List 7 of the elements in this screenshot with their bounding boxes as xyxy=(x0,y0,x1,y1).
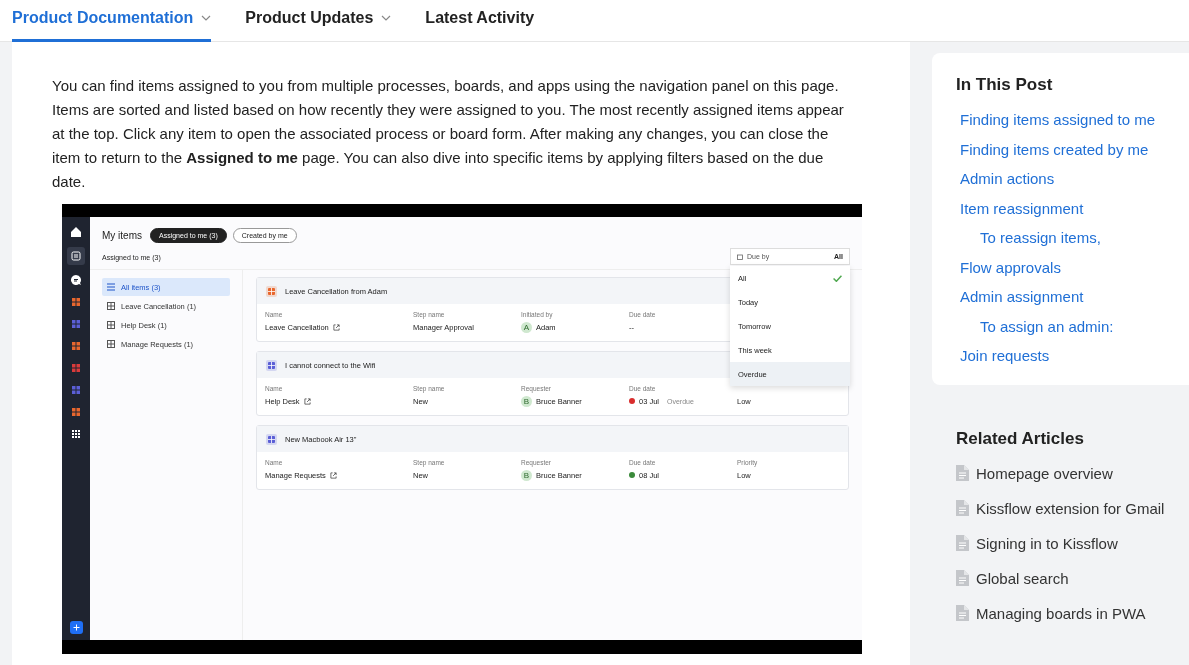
avatar: B xyxy=(521,469,532,481)
avatar: B xyxy=(521,395,532,407)
page-title: My items xyxy=(102,230,142,241)
related-title: Related Articles xyxy=(956,428,1085,449)
article-paragraph: You can find items assigned to you from multiple processes, boards, and apps using the navigation panel on this page. Items are sorted and listed based on how recently they were assigned to you. The most recently assigned items appear at the top. Click any item to open the associated process or board form. After making any changes, you can close the item to return to the Assigned to me page. You can also dive into specific items by applying filters based on the due date. xyxy=(52,76,845,192)
avatar: A xyxy=(521,321,532,333)
toc-title: In This Post xyxy=(956,75,1054,95)
